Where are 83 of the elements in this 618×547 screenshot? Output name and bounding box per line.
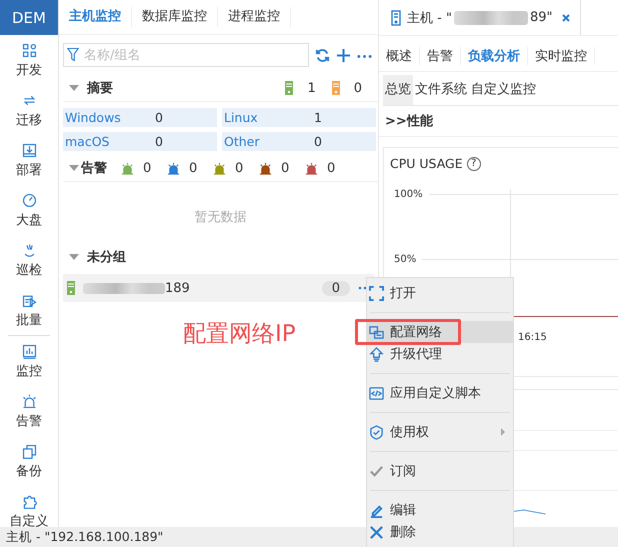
tab[interactable]: 自定义监控 (469, 75, 538, 105)
close-icon[interactable] (562, 14, 570, 22)
server-icon (285, 81, 294, 95)
status-text: 主机 - "192.168.100.189" (6, 528, 164, 546)
expand-icon (369, 286, 384, 300)
sidebar-item[interactable]: 告警 (16, 386, 42, 436)
alarm-count: 0 (281, 160, 290, 176)
empty-message: 暂无数据 (194, 209, 248, 227)
section-title: 未分组 (87, 249, 126, 266)
collapse-icon[interactable] (69, 254, 79, 260)
shield-icon (369, 424, 384, 440)
menu-item[interactable]: 使用权 (367, 421, 513, 443)
pen-icon (369, 502, 384, 518)
server-icon (332, 81, 340, 95)
menu-item[interactable]: 应用自定义脚本 (367, 382, 513, 404)
network-icon (369, 324, 384, 340)
sidebar-item[interactable]: 巡检 (16, 235, 42, 285)
alarm-count: 0 (235, 160, 244, 176)
axis-label: 50% (394, 254, 416, 265)
host-row[interactable]: 189 0 (63, 274, 374, 302)
alarm-count: 0 (322, 280, 350, 296)
tab[interactable]: 进程监控 (218, 7, 291, 27)
sidebar-item[interactable]: 部署 (16, 135, 42, 185)
sidebar-item[interactable]: 迁移 (16, 85, 42, 135)
download-icon (20, 142, 38, 158)
bar-chart-icon (20, 342, 38, 360)
gauge-icon (20, 192, 38, 208)
menu-item[interactable]: 升级代理 (367, 343, 513, 365)
menu-item[interactable]: 编辑 (367, 499, 513, 521)
chart-title: CPU USAGE (390, 156, 463, 171)
host-name: 189 (165, 280, 190, 296)
sidebar-item[interactable]: 批量 (16, 285, 42, 335)
tab[interactable]: 告警 (420, 47, 461, 65)
collapse-icon[interactable] (69, 165, 79, 171)
copy-icon (20, 442, 38, 460)
tab[interactable]: 总览 (383, 75, 413, 105)
document-icon (391, 10, 401, 26)
alarm-icon (20, 392, 38, 410)
tab[interactable]: 文件系统 (413, 75, 469, 105)
app-logo: DEM (0, 0, 58, 35)
upload-icon (369, 346, 384, 362)
alarm-count: 0 (189, 160, 198, 176)
os-count-cell[interactable]: Linux 1 (222, 108, 376, 127)
axis-label: 100% (394, 189, 423, 200)
code-icon (369, 386, 384, 400)
menu-item[interactable]: 订阅 (367, 460, 513, 482)
tab[interactable]: 数据库监控 (132, 7, 218, 27)
menu-item[interactable]: 配置网络 (367, 321, 513, 343)
help-icon[interactable]: ? (466, 156, 481, 170)
section-title: 摘要 (87, 80, 113, 97)
tab[interactable]: 实时监控 (528, 47, 595, 65)
search-field[interactable]: 名称/组名 (63, 43, 309, 67)
tab[interactable]: 主机监控 (59, 7, 132, 27)
online-count: 1 (307, 80, 316, 96)
delete-icon (369, 524, 384, 540)
sidebar-item[interactable]: 备份 (16, 436, 42, 486)
refresh-icon[interactable] (315, 48, 330, 62)
server-icon (67, 281, 75, 295)
alarm-count: 0 (143, 160, 152, 176)
filter-icon (67, 47, 79, 62)
menu-item[interactable]: 删除 (367, 521, 513, 543)
sidebar-item[interactable]: 开发 (16, 35, 42, 85)
grid-icon (20, 42, 38, 58)
collapse-icon[interactable] (69, 85, 79, 91)
offline-count: 0 (354, 80, 362, 96)
alarm-count: 0 (327, 160, 336, 176)
annotation-text: 配置网络IP (183, 320, 296, 349)
tab-title: 89" (530, 10, 552, 25)
os-count-cell[interactable]: macOS 0 (63, 132, 217, 151)
os-count-cell[interactable]: Windows 0 (63, 108, 217, 127)
add-icon[interactable] (336, 48, 351, 62)
sidebar-item[interactable]: 自定义 (10, 486, 48, 527)
host-tab[interactable]: 主机 - " 89" (379, 0, 582, 35)
os-count-cell[interactable]: Other 0 (222, 132, 376, 151)
section-title: 告警 (81, 160, 107, 177)
tab[interactable]: 负载分析 (461, 47, 528, 65)
check-icon (369, 464, 384, 478)
sidebar-item[interactable]: 监控 (16, 336, 42, 386)
tab-title: 主机 - " (407, 10, 452, 26)
section-title: >>性能 (379, 106, 618, 137)
tab[interactable]: 概述 (379, 47, 420, 65)
axis-label: 16:15 (518, 332, 547, 343)
sidebar-item[interactable]: 大盘 (16, 185, 42, 235)
